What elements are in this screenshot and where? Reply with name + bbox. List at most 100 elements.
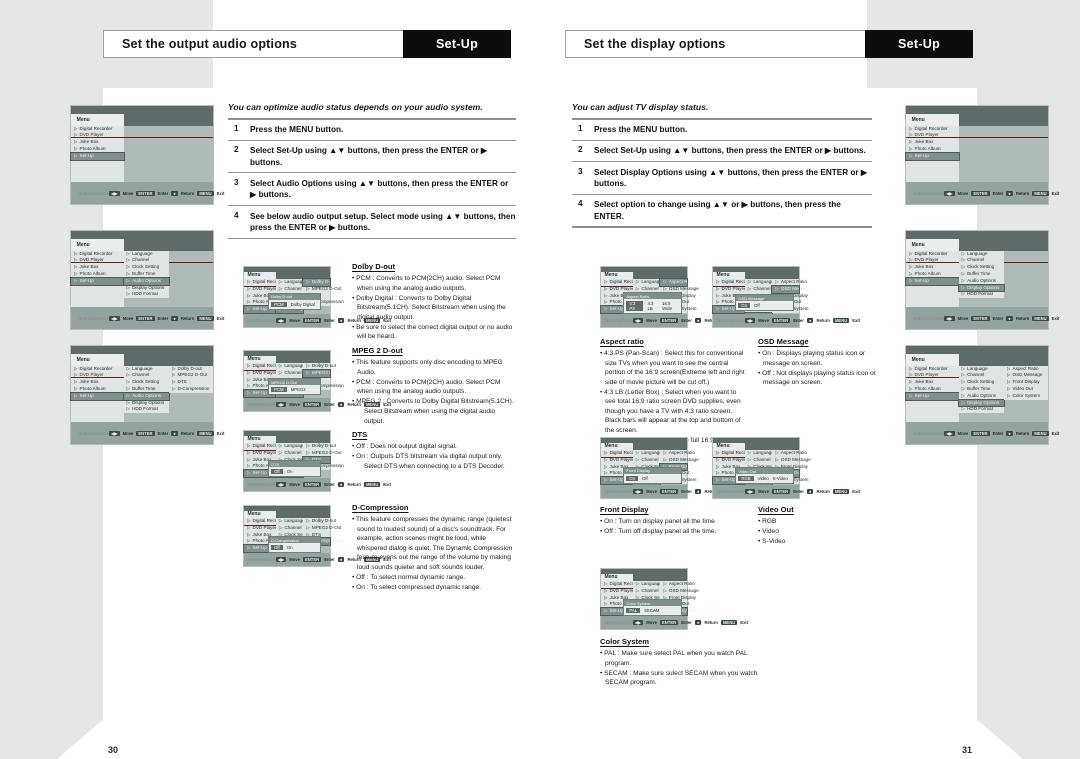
osd-menu-item[interactable]: ▷Display Options bbox=[957, 283, 1005, 293]
osd-menu-item[interactable]: ▷Photo Album bbox=[906, 386, 959, 393]
osd-menu-item[interactable]: ▷ Juke Box bbox=[906, 264, 959, 271]
osd-menu-item[interactable]: ▷ Channel bbox=[124, 257, 169, 264]
osd-menu-item[interactable]: ▷ DVD Player bbox=[601, 457, 634, 464]
osd-popup-option[interactable]: 16:9 Wide bbox=[662, 301, 679, 311]
osd-menu-item[interactable]: ▷ DVD Player bbox=[71, 372, 124, 379]
osd-menu-item[interactable]: ▷ DVD Player bbox=[244, 370, 277, 377]
osd-menu-item[interactable]: ▷ Channel bbox=[959, 257, 1004, 264]
osd-popup-option[interactable]: S-Video bbox=[773, 476, 788, 481]
osd-popup-option[interactable]: PCM bbox=[271, 387, 287, 393]
osd-popup-option[interactable]: On bbox=[287, 469, 293, 474]
osd-menu-item[interactable]: ▷ Dolby D-out bbox=[303, 363, 336, 370]
osd-menu-item[interactable]: ▷ OSD Message bbox=[660, 457, 698, 464]
osd-menu-item[interactable]: ▷ Channel bbox=[276, 525, 304, 532]
osd-popup-option[interactable]: Video bbox=[758, 476, 769, 481]
osd-menu-item[interactable]: ▷ MPEG2 D-Out bbox=[302, 368, 342, 378]
osd-menu-item[interactable]: ▷ Channel bbox=[276, 450, 304, 457]
osd-menu-item[interactable]: ▷ OSD Message bbox=[772, 457, 810, 464]
osd-popup-option[interactable]: Off bbox=[271, 469, 283, 475]
osd-menu-item[interactable]: ▷ DVD Player bbox=[601, 588, 634, 595]
osd-menu-item[interactable]: ▷ MPEG2 D-Out bbox=[303, 450, 341, 457]
osd-menu-item[interactable]: ▷Buffer Time bbox=[124, 271, 169, 278]
osd-menu-item[interactable]: ▷ Language bbox=[633, 450, 662, 457]
osd-menu-item[interactable]: ▷ Juke Box bbox=[906, 379, 959, 386]
osd-menu-item[interactable]: ▷D-Compression bbox=[169, 386, 213, 393]
osd-menu-item[interactable]: ▷ DVD Player bbox=[71, 257, 124, 264]
osd-menu-item[interactable]: ▷ Set-Up bbox=[70, 151, 125, 161]
osd-menu-item[interactable]: ▷ Juke Box bbox=[906, 139, 959, 146]
osd-popup-option[interactable]: PCM bbox=[271, 301, 287, 307]
osd-menu-item[interactable]: ▷ OSD Message bbox=[771, 284, 811, 294]
osd-menu-item[interactable]: ▷ Digital Recorder bbox=[601, 279, 642, 286]
osd-menu-item[interactable]: ▷ DVD Player bbox=[906, 372, 959, 379]
osd-menu-item[interactable]: ▷ Dolby D-out bbox=[169, 366, 213, 373]
osd-popup-option[interactable]: On bbox=[738, 303, 751, 309]
osd-menu-item[interactable]: ▷ Language bbox=[124, 251, 169, 258]
osd-menu-item[interactable]: ▷HDD Format bbox=[124, 291, 169, 298]
osd-menu-item[interactable]: ▷ Language bbox=[633, 279, 662, 286]
osd-popup-option[interactable]: PAL bbox=[626, 608, 641, 614]
osd-menu-item[interactable]: ▷Buffer Time bbox=[959, 271, 1004, 278]
osd-menu-item[interactable]: ▷ Language bbox=[633, 581, 662, 588]
osd-menu-item[interactable]: ▷ Dolby D-out bbox=[302, 278, 336, 287]
osd-menu-item[interactable]: ▷ Digital Recorder bbox=[601, 581, 642, 588]
osd-menu-item[interactable]: ▷Photo Album bbox=[906, 271, 959, 278]
osd-menu-item[interactable]: ▷ MPEG2 D-Out bbox=[303, 286, 341, 293]
osd-menu-item[interactable]: ▷Clock Setting bbox=[124, 264, 169, 271]
osd-menu-item[interactable]: ▷ Language bbox=[124, 366, 169, 373]
osd-menu-item[interactable]: ▷ Digital Recorder bbox=[71, 251, 124, 258]
osd-menu-item[interactable]: ▷Photo Album bbox=[71, 146, 124, 153]
osd-menu-item[interactable]: ▷ DVD Player bbox=[713, 286, 746, 293]
osd-menu-item[interactable]: ▷ Juke Box bbox=[71, 379, 124, 386]
osd-menu-item[interactable]: ▷ Dolby D-out bbox=[303, 443, 336, 450]
osd-menu-item[interactable]: ▷ DVD Player bbox=[244, 525, 277, 532]
osd-menu-item[interactable]: ▷Photo Album bbox=[906, 146, 959, 153]
osd-menu-item[interactable]: ▷Audio Options bbox=[122, 276, 170, 286]
osd-menu-item[interactable]: ▷ Language bbox=[276, 363, 305, 370]
osd-menu-item[interactable]: ▷Display Options bbox=[124, 400, 169, 407]
osd-menu-item[interactable]: ▷ DVD Player bbox=[244, 450, 277, 457]
osd-menu-item[interactable]: ▷ Set-Up bbox=[905, 391, 960, 401]
osd-menu-item[interactable]: ▷ Set-Up bbox=[905, 151, 960, 161]
osd-menu-item[interactable]: ▷Display Options bbox=[124, 285, 169, 292]
osd-menu-item[interactable]: ▷ Digital Recorder bbox=[906, 366, 959, 373]
osd-menu-item[interactable]: ▷HDD Format bbox=[959, 406, 1004, 413]
osd-menu-item[interactable]: ▷ Digital Recorder bbox=[713, 279, 754, 286]
osd-menu-item[interactable]: ▷ Set-Up bbox=[70, 391, 125, 401]
osd-menu-item[interactable]: ▷Front Display bbox=[1004, 379, 1048, 386]
osd-menu-item[interactable]: ▷ Digital Recorder bbox=[244, 279, 285, 286]
osd-menu-item[interactable]: ▷ DVD Player bbox=[906, 257, 959, 264]
osd-menu-item[interactable]: ▷ Language bbox=[959, 366, 1004, 373]
osd-menu-item[interactable]: ▷ Channel bbox=[745, 457, 773, 464]
osd-menu-item[interactable]: ▷ Set-Up bbox=[905, 276, 960, 286]
osd-menu-item[interactable]: ▷ Dolby D-out bbox=[303, 518, 336, 525]
osd-menu-item[interactable]: ▷Video Out bbox=[1004, 386, 1048, 393]
osd-menu-item[interactable]: ▷ Language bbox=[276, 279, 305, 286]
osd-menu-item[interactable]: ▷ Digital Recorder bbox=[906, 126, 959, 133]
osd-menu-item[interactable]: ▷ Language bbox=[276, 443, 305, 450]
osd-menu-item[interactable]: ▷ OSD Message bbox=[660, 588, 698, 595]
osd-menu-item[interactable]: ▷ Digital Recorder bbox=[71, 126, 124, 133]
osd-menu-item[interactable]: ▷HDD Format bbox=[959, 291, 1004, 298]
osd-menu-item[interactable]: ▷Clock Setting bbox=[959, 264, 1004, 271]
osd-menu-item[interactable]: ▷ DVD Player bbox=[71, 132, 124, 139]
osd-menu-item[interactable]: ▷ Set-Up bbox=[70, 276, 125, 286]
osd-menu-item[interactable]: ▷ Channel bbox=[745, 286, 773, 293]
osd-menu-item[interactable]: ▷ Aspect Ratio bbox=[659, 278, 695, 287]
osd-menu-item[interactable]: ▷Buffer Time bbox=[124, 386, 169, 393]
osd-menu-item[interactable]: ▷ MPEG2 D-Out bbox=[303, 525, 341, 532]
osd-menu-item[interactable]: ▷ Channel bbox=[633, 457, 661, 464]
osd-menu-item[interactable]: ▷ Channel bbox=[276, 286, 304, 293]
osd-menu-item[interactable]: ▷ Channel bbox=[124, 372, 169, 379]
osd-popup-option[interactable]: Dolby Digital bbox=[291, 302, 315, 307]
osd-menu-item[interactable]: ▷ Channel bbox=[959, 372, 1004, 379]
osd-menu-item[interactable]: ▷ Language bbox=[745, 450, 774, 457]
osd-menu-item[interactable]: ▷DTS bbox=[169, 379, 213, 386]
osd-menu-item[interactable]: ▷ Channel bbox=[276, 370, 304, 377]
osd-menu-item[interactable]: ▷ Digital Recorder bbox=[244, 443, 285, 450]
osd-menu-item[interactable]: ▷ DVD Player bbox=[244, 286, 277, 293]
osd-menu-item[interactable]: ▷ DVD Player bbox=[713, 457, 746, 464]
osd-popup-option[interactable]: On bbox=[626, 475, 639, 481]
osd-menu-item[interactable]: ▷ Digital Recorder bbox=[601, 450, 642, 457]
osd-menu-item[interactable]: ▷ Aspect Ratio bbox=[772, 279, 807, 286]
